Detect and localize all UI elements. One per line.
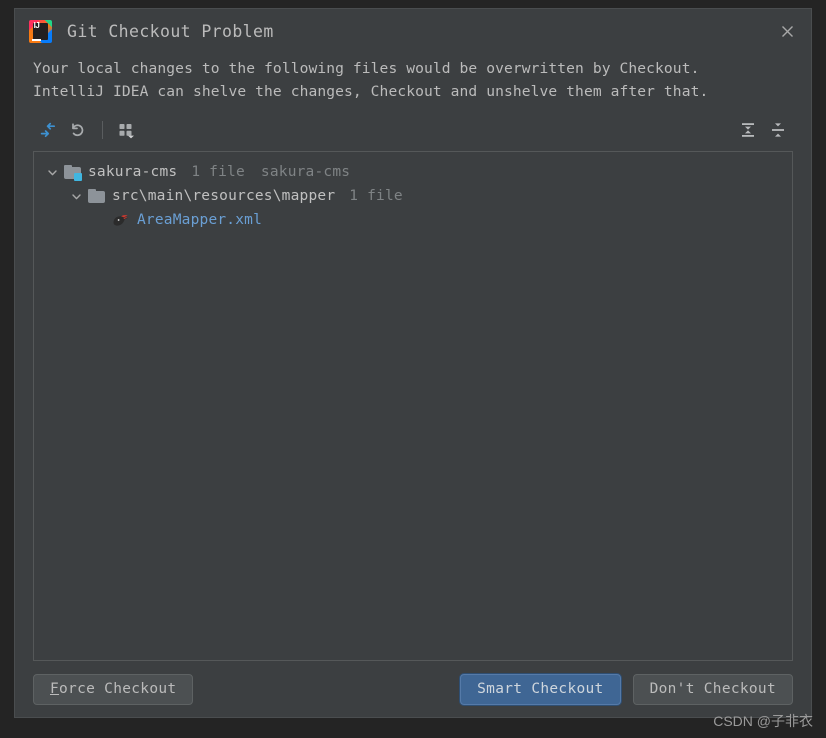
tree-node-count: 1 file — [349, 188, 403, 204]
git-checkout-problem-dialog: IJ Git Checkout Problem Your local chang… — [14, 8, 812, 718]
intellij-logo-text: IJ — [33, 20, 40, 30]
folder-module-icon — [64, 164, 82, 181]
chevron-down-icon[interactable] — [44, 164, 60, 180]
dialog-message: Your local changes to the following file… — [15, 53, 811, 103]
group-by-button[interactable] — [112, 116, 142, 144]
force-checkout-button[interactable]: Force Checkout — [33, 673, 194, 705]
watermark: CSDN @子非衣 — [713, 713, 813, 729]
smart-checkout-label: Smart Checkout — [477, 681, 604, 697]
message-line-1: Your local changes to the following file… — [33, 60, 700, 77]
shelve-changes-button[interactable] — [33, 116, 63, 144]
dialog-footer: Force Checkout Smart Checkout Don't Chec… — [15, 661, 811, 717]
revert-icon — [69, 121, 87, 139]
dialog-title: Git Checkout Problem — [67, 21, 274, 41]
mybatis-file-icon — [112, 213, 130, 228]
message-line-2: IntelliJ IDEA can shelve the changes, Ch… — [33, 83, 709, 100]
chevron-down-icon[interactable] — [68, 188, 84, 204]
tree-node-count: 1 file — [191, 164, 245, 180]
dialog-titlebar: IJ Git Checkout Problem — [15, 9, 811, 53]
collapse-all-button[interactable] — [763, 116, 793, 144]
force-checkout-mnemonic: F — [50, 681, 60, 697]
force-checkout-label: orce Checkout — [59, 681, 177, 697]
toolbar-separator — [102, 121, 103, 139]
revert-button[interactable] — [63, 116, 93, 144]
close-button[interactable] — [767, 13, 807, 49]
tree-row[interactable]: src\main\resources\mapper 1 file — [34, 184, 792, 208]
dont-checkout-label: Don't Checkout — [649, 681, 776, 697]
shelve-changes-icon — [39, 121, 57, 139]
tree-row[interactable]: AreaMapper.xml — [34, 208, 792, 232]
changed-files-tree[interactable]: sakura-cms 1 file sakura-cms src\main\re… — [33, 151, 793, 661]
folder-icon — [88, 188, 105, 204]
tree-node-label: AreaMapper.xml — [137, 212, 263, 228]
changes-toolbar — [33, 115, 793, 145]
group-by-icon — [117, 121, 137, 139]
dont-checkout-button[interactable]: Don't Checkout — [632, 673, 793, 705]
tree-node-label: src\main\resources\mapper — [112, 188, 336, 204]
tree-row[interactable]: sakura-cms 1 file sakura-cms — [34, 160, 792, 184]
screen: IJ Git Checkout Problem Your local chang… — [0, 0, 826, 738]
smart-checkout-button[interactable]: Smart Checkout — [460, 673, 621, 705]
close-icon — [781, 25, 794, 38]
tree-node-hint: sakura-cms — [260, 164, 351, 180]
expand-all-icon — [739, 121, 757, 139]
intellij-idea-icon: IJ — [29, 19, 52, 43]
collapse-all-icon — [769, 121, 787, 139]
expand-all-button[interactable] — [733, 116, 763, 144]
tree-node-label: sakura-cms — [88, 164, 178, 180]
